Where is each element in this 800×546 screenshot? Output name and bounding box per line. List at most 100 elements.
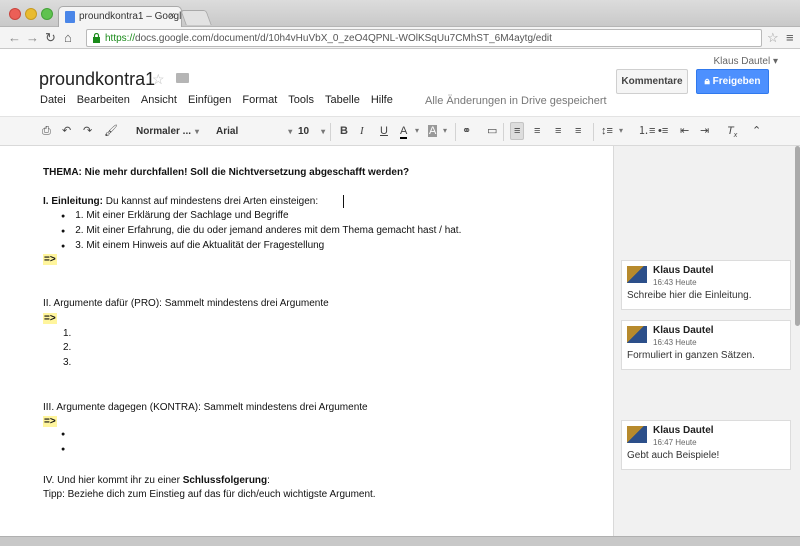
bottom-bar [0, 536, 800, 546]
collapse-icon[interactable]: ⌃ [752, 125, 761, 137]
decrease-indent-icon[interactable]: ⇤ [680, 125, 689, 137]
bold-icon[interactable]: B [340, 125, 348, 137]
comment-card[interactable]: Klaus Dautel 16:43 Heute Schreibe hier d… [621, 260, 791, 310]
comment-text: Formuliert in ganzen Sätzen. [627, 350, 755, 361]
font-dropdown[interactable]: Arial ▾ [216, 126, 292, 137]
tab-close-icon[interactable]: × [169, 10, 175, 22]
underline-icon[interactable]: U [380, 125, 388, 137]
list-item: ● 2. Mit einer Erfahrung, die du oder jem… [61, 225, 462, 236]
comment-card[interactable]: Klaus Dautel 16:47 Heute Gebt auch Beisp… [621, 420, 791, 470]
share-label: Freigeben [712, 76, 761, 87]
home-icon[interactable]: ⌂ [64, 30, 72, 45]
menu-hilfe[interactable]: Hilfe [371, 94, 393, 106]
style-dropdown[interactable]: Normaler ... ▾ [136, 126, 199, 137]
arrow-marker: => [43, 416, 57, 427]
new-tab-button[interactable] [180, 10, 212, 25]
browser-menu-icon[interactable]: ≡ [786, 30, 794, 45]
menu-einfuegen[interactable]: Einfügen [188, 94, 231, 106]
menu-bar: Datei Bearbeiten Ansicht Einfügen Format… [40, 94, 404, 106]
chevron-down-icon[interactable]: ▾ [619, 125, 623, 137]
folder-icon[interactable] [176, 73, 189, 83]
chevron-down-icon[interactable]: ▾ [415, 125, 419, 137]
list-item: 2. [63, 342, 72, 353]
toolbar-divider [593, 123, 594, 141]
docs-favicon-icon [65, 11, 75, 23]
chevron-down-icon[interactable]: ▾ [443, 125, 447, 137]
print-icon[interactable]: ⎙ [42, 125, 51, 137]
line-spacing-icon[interactable]: ↕≡ [601, 125, 613, 137]
reload-icon[interactable]: ↻ [45, 30, 56, 46]
contra-heading: III. Argumente dagegen (KONTRA): Sammelt… [43, 402, 368, 413]
bulleted-list-icon[interactable]: •≡ [658, 125, 668, 137]
list-item: 1. [63, 328, 72, 339]
align-right-icon[interactable]: ≡ [555, 125, 561, 137]
list-item: ● 1. Mit einer Erklärung der Sachlage und… [61, 210, 289, 221]
paint-format-icon[interactable]: 🖌︎ [104, 125, 118, 137]
undo-icon[interactable]: ↶ [62, 125, 71, 137]
intro-paragraph: I. Einleitung: Du kannst auf mindestens … [43, 196, 319, 207]
pro-heading: II. Argumente dafür (PRO): Sammelt minde… [43, 298, 329, 309]
align-center-icon[interactable]: ≡ [534, 125, 540, 137]
numbered-list-icon[interactable]: ⒈≡ [638, 125, 655, 137]
avatar [627, 426, 647, 443]
conclusion-paragraph: IV. Und hier kommt ihr zu einer Schlussf… [43, 475, 270, 486]
align-justify-icon[interactable]: ≡ [575, 125, 581, 137]
link-icon[interactable]: ⚭ [462, 125, 471, 137]
comment-author: Klaus Dautel [653, 325, 714, 336]
clear-formatting-icon[interactable]: Tx [727, 125, 737, 142]
menu-tools[interactable]: Tools [288, 94, 314, 106]
menu-bearbeiten[interactable]: Bearbeiten [77, 94, 130, 106]
bullet-icon: ● [61, 431, 66, 438]
align-left-icon[interactable]: ≡ [510, 122, 525, 140]
window-minimize-button[interactable] [25, 8, 37, 20]
window-close-button[interactable] [9, 8, 21, 20]
window-zoom-button[interactable] [41, 8, 53, 20]
url-text: docs.google.com/document/d/10h4vHuVbX_0_… [135, 33, 552, 44]
tip-paragraph: Tipp: Beziehe dich zum Einstieg auf das … [43, 489, 376, 500]
menu-tabelle[interactable]: Tabelle [325, 94, 360, 106]
docs-header: Klaus Dautel ▾ proundkontra1 ☆ Kommentar… [0, 49, 800, 116]
comment-author: Klaus Dautel [653, 425, 714, 436]
toolbar-divider [330, 123, 331, 141]
browser-tab[interactable]: proundkontra1 – Google D × [58, 6, 182, 27]
address-bar[interactable]: https://docs.google.com/document/d/10h4v… [86, 29, 762, 47]
toolbar-divider [455, 123, 456, 141]
comment-time: 16:43 Heute [653, 338, 697, 347]
menu-datei[interactable]: Datei [40, 94, 66, 106]
redo-icon[interactable]: ↷ [83, 125, 92, 137]
browser-toolbar: ← → ↻ ⌂ https://docs.google.com/document… [0, 27, 800, 49]
comments-button[interactable]: Kommentare [616, 69, 688, 94]
comment-card[interactable]: Klaus Dautel 16:43 Heute Formuliert in g… [621, 320, 791, 370]
increase-indent-icon[interactable]: ⇥ [700, 125, 709, 137]
share-button[interactable]: 🔒︎ Freigeben [696, 69, 769, 94]
highlight-color-icon[interactable]: A [428, 125, 438, 137]
bullet-icon: ● [61, 446, 66, 453]
italic-icon[interactable]: I [360, 125, 364, 137]
comment-time: 16:43 Heute [653, 278, 697, 287]
avatar [627, 326, 647, 343]
format-toolbar: ⎙ ↶ ↷ 🖌︎ Normaler ... ▾ Arial ▾ 10 ▾ B I U … [0, 116, 800, 146]
menu-ansicht[interactable]: Ansicht [141, 94, 177, 106]
lock-icon [93, 33, 100, 43]
toolbar-divider [503, 123, 504, 141]
comment-text: Schreibe hier die Einleitung. [627, 290, 752, 301]
comment-icon[interactable]: ▭ [487, 125, 497, 137]
bullet-icon: ● [61, 228, 66, 235]
menu-format[interactable]: Format [242, 94, 277, 106]
bullet-icon: ● [61, 243, 66, 250]
bookmark-star-icon[interactable]: ☆ [767, 30, 779, 46]
text-color-icon[interactable]: A [400, 125, 408, 139]
comment-time: 16:47 Heute [653, 438, 697, 447]
font-size-dropdown[interactable]: 10 ▾ [298, 126, 325, 137]
vertical-scrollbar[interactable] [795, 146, 800, 326]
arrow-marker: => [43, 313, 57, 324]
comment-text: Gebt auch Beispiele! [627, 450, 720, 461]
back-icon[interactable]: ← [8, 30, 21, 45]
star-icon[interactable]: ☆ [152, 71, 165, 88]
forward-icon[interactable]: → [26, 30, 39, 45]
doc-heading: THEMA: Nie mehr durchfallen! Soll die Ni… [43, 167, 410, 178]
account-name[interactable]: Klaus Dautel ▾ [713, 56, 778, 67]
bullet-icon: ● [61, 213, 66, 220]
document-title[interactable]: proundkontra1 [39, 69, 155, 90]
save-status[interactable]: Alle Änderungen in Drive gespeichert [425, 95, 607, 107]
